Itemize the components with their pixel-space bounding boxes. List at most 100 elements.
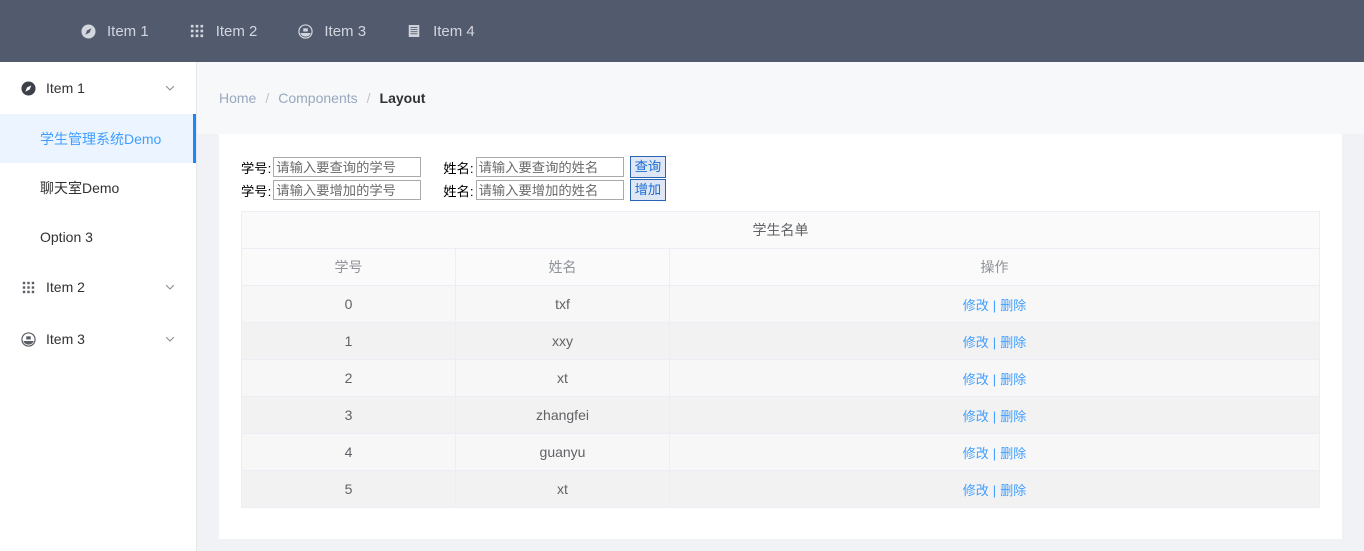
grid-menu-icon [189, 23, 205, 39]
table-row: 1 xxy 修改 | 删除 [241, 322, 1320, 360]
sidebar-group-item-1-label: Item 1 [46, 80, 85, 96]
sidebar-item-chatroom-demo[interactable]: 聊天室Demo [0, 163, 196, 212]
nav-item-2[interactable]: Item 2 [169, 0, 278, 62]
cell-name: xt [455, 359, 670, 397]
cell-name: xxy [455, 322, 670, 360]
table-header-row: 学号 姓名 操作 [241, 248, 1320, 286]
cell-actions: 修改 | 删除 [669, 322, 1320, 360]
cell-name: xt [455, 470, 670, 508]
edit-link[interactable]: 修改 [963, 372, 989, 387]
action-separator: | [992, 334, 997, 350]
nav-item-4[interactable]: Item 4 [386, 0, 495, 62]
edit-link[interactable]: 修改 [963, 446, 989, 461]
table-column-header-name: 姓名 [455, 248, 670, 286]
edit-link[interactable]: 修改 [963, 335, 989, 350]
delete-link[interactable]: 删除 [1000, 335, 1026, 350]
cell-actions: 修改 | 删除 [669, 470, 1320, 508]
sidebar-item-student-management-demo[interactable]: 学生管理系统Demo [0, 114, 196, 163]
query-form: 学号: 姓名: 查询 [241, 156, 1320, 178]
chevron-down-icon [164, 281, 176, 293]
cell-actions: 修改 | 删除 [669, 396, 1320, 434]
cell-id: 5 [241, 470, 456, 508]
action-separator: | [992, 408, 997, 424]
sidebar-group-item-3[interactable]: Item 3 [0, 313, 196, 365]
nav-item-3-label: Item 3 [324, 22, 367, 40]
action-separator: | [992, 445, 997, 461]
table-row: 0 txf 修改 | 删除 [241, 285, 1320, 323]
table-column-header-actions: 操作 [669, 248, 1320, 286]
nav-item-1-label: Item 1 [107, 22, 149, 40]
chevron-up-icon [164, 82, 176, 94]
action-separator: | [992, 297, 997, 313]
table-row: 3 zhangfei 修改 | 删除 [241, 396, 1320, 434]
add-button[interactable]: 增加 [629, 179, 667, 201]
cell-name: zhangfei [455, 396, 670, 434]
nav-item-2-label: Item 2 [215, 22, 258, 40]
grid-menu-icon [20, 279, 36, 295]
edit-link[interactable]: 修改 [963, 483, 989, 498]
sidebar-group-item-2-label: Item 2 [46, 279, 85, 295]
query-id-input[interactable] [273, 157, 422, 177]
breadcrumb-separator: / [265, 90, 270, 106]
add-form: 学号: 姓名: 增加 [241, 179, 1320, 201]
delete-link[interactable]: 删除 [1000, 446, 1026, 461]
cell-actions: 修改 | 删除 [669, 359, 1320, 397]
sidebar-item-label: 学生管理系统Demo [40, 130, 162, 147]
table-body: 0 txf 修改 | 删除 1 xxy 修改 | 删除 2 xt 修改 | 删除… [241, 285, 1320, 508]
cell-name: txf [455, 285, 670, 323]
delete-link[interactable]: 删除 [1000, 298, 1026, 313]
table-row: 2 xt 修改 | 删除 [241, 359, 1320, 397]
add-id-input[interactable] [273, 180, 422, 200]
action-separator: | [992, 371, 997, 387]
sidebar-group-item-1[interactable]: Item 1 [0, 62, 196, 114]
cell-id: 4 [241, 433, 456, 471]
document-circle-icon [20, 331, 36, 347]
table-column-header-id: 学号 [241, 248, 456, 286]
sidebar-group-item-3-label: Item 3 [46, 331, 85, 347]
chevron-down-icon [164, 333, 176, 345]
breadcrumb-components[interactable]: Components [278, 90, 357, 106]
cell-actions: 修改 | 删除 [669, 433, 1320, 471]
query-name-label: 姓名: [443, 160, 474, 176]
breadcrumb: Home / Components / Layout [197, 62, 1364, 134]
delete-link[interactable]: 删除 [1000, 372, 1026, 387]
query-name-input[interactable] [475, 157, 624, 177]
location-icon [20, 80, 36, 96]
add-name-label: 姓名: [443, 183, 474, 199]
delete-link[interactable]: 删除 [1000, 409, 1026, 424]
sidebar-item-label: 聊天室Demo [40, 179, 120, 196]
body-container: Item 1 学生管理系统Demo 聊天室Demo Option 3 Item … [0, 62, 1364, 551]
cell-actions: 修改 | 删除 [669, 285, 1320, 323]
breadcrumb-separator: / [366, 90, 371, 106]
table-row: 5 xt 修改 | 删除 [241, 470, 1320, 508]
nav-item-3[interactable]: Item 3 [277, 0, 386, 62]
cell-name: guanyu [455, 433, 670, 471]
list-icon [406, 23, 422, 39]
table-head: 学生名单 学号 姓名 操作 [241, 211, 1320, 286]
table-group-header-row: 学生名单 [241, 211, 1320, 249]
edit-link[interactable]: 修改 [963, 298, 989, 313]
add-id-label: 学号: [241, 183, 272, 199]
sidebar-group-item-2[interactable]: Item 2 [0, 261, 196, 313]
app-root: Item 1 Item 2 Item 3 Item 4 Item 1 学生管理系… [0, 0, 1364, 551]
content-card: 学号: 姓名: 查询 学号: 姓名: 增加 [219, 134, 1342, 539]
query-button[interactable]: 查询 [629, 156, 667, 178]
sidebar: Item 1 学生管理系统Demo 聊天室Demo Option 3 Item … [0, 62, 197, 551]
nav-item-4-label: Item 4 [433, 22, 475, 40]
location-icon [80, 23, 96, 39]
query-id-label: 学号: [241, 160, 272, 176]
sidebar-item-option-3[interactable]: Option 3 [0, 212, 196, 261]
breadcrumb-current: Layout [379, 90, 426, 106]
cell-id: 2 [241, 359, 456, 397]
table-row: 4 guanyu 修改 | 删除 [241, 433, 1320, 471]
document-circle-icon [297, 23, 313, 39]
nav-item-1[interactable]: Item 1 [60, 0, 169, 62]
edit-link[interactable]: 修改 [963, 409, 989, 424]
delete-link[interactable]: 删除 [1000, 483, 1026, 498]
add-name-input[interactable] [475, 180, 624, 200]
main-content: Home / Components / Layout 学号: 姓名: 查询 [197, 62, 1364, 551]
cell-id: 1 [241, 322, 456, 360]
breadcrumb-home[interactable]: Home [219, 90, 256, 106]
top-navbar: Item 1 Item 2 Item 3 Item 4 [0, 0, 1364, 62]
action-separator: | [992, 482, 997, 498]
